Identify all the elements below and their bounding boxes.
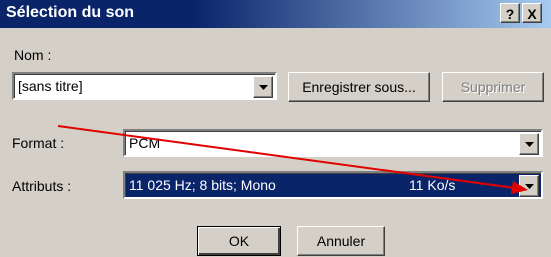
title-bar: Sélection du son ? X [0,0,551,28]
chevron-down-icon [525,184,534,189]
sound-selection-dialog: Sélection du son ? X Nom : [sans titre] … [0,0,551,257]
window-title: Sélection du son [6,4,135,21]
delete-button[interactable]: Supprimer [442,72,544,102]
attributes-value: 11 025 Hz; 8 bits; Mono [129,177,276,193]
help-button[interactable]: ? [500,3,520,23]
chevron-down-icon [259,85,268,90]
format-value: PCM [129,135,161,151]
help-icon: ? [505,6,515,22]
ok-button[interactable]: OK [197,226,281,256]
chevron-down-icon [525,142,534,147]
cancel-button[interactable]: Annuler [297,226,385,256]
attributes-combobox[interactable]: 11 025 Hz; 8 bits; Mono 11 Ko/s [123,171,543,199]
name-value: [sans titre] [18,78,83,94]
close-icon: X [527,6,537,22]
attributes-dropdown-button[interactable] [519,175,539,197]
name-dropdown-button[interactable] [253,76,273,98]
name-combobox[interactable]: [sans titre] [12,72,277,100]
save-as-button[interactable]: Enregistrer sous... [288,72,430,102]
format-combobox[interactable]: PCM [123,129,543,157]
name-label: Nom : [14,47,52,63]
format-dropdown-button[interactable] [519,133,539,155]
attributes-rate: 11 Ko/s [409,177,456,193]
close-button[interactable]: X [522,3,542,23]
format-label: Format : [12,135,65,151]
attributes-label: Attributs : [12,178,72,194]
